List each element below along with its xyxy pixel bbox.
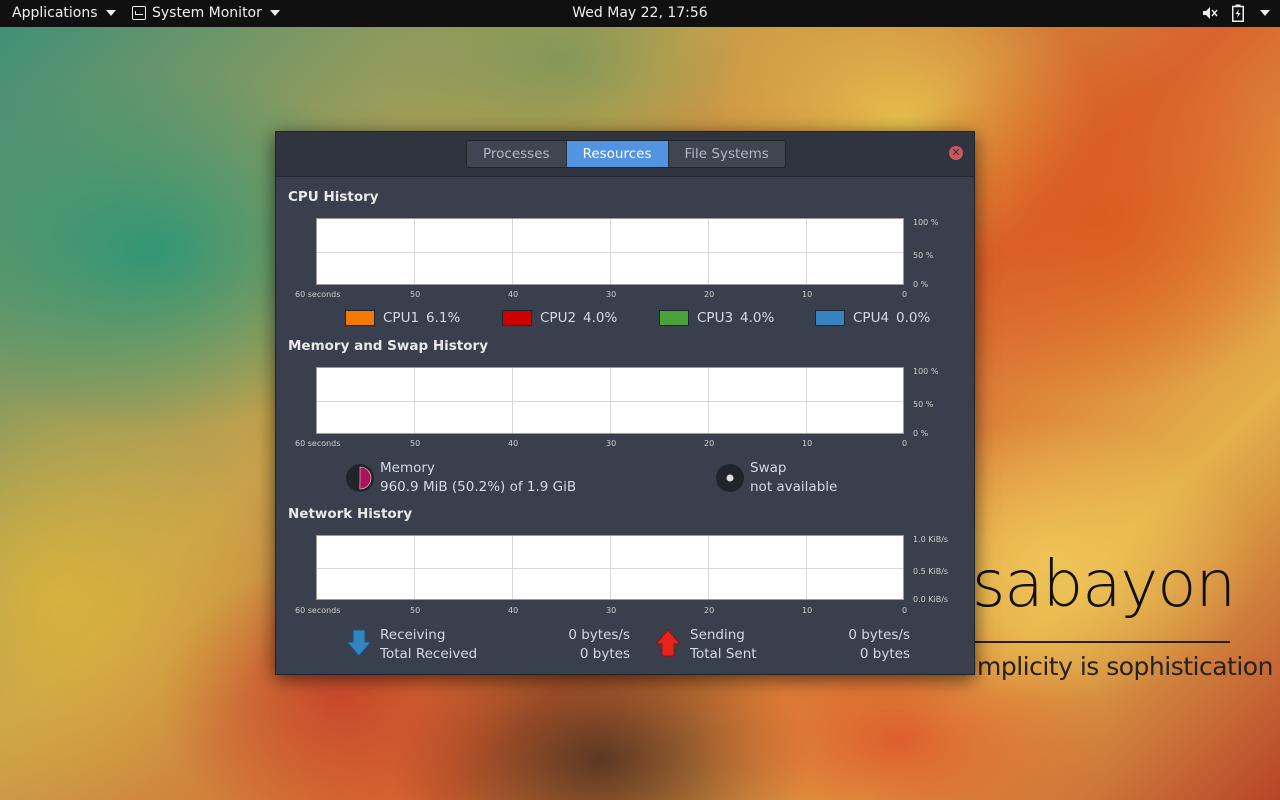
sending-label: Sending (690, 627, 745, 643)
cpu3-value: 4.0% (740, 310, 775, 326)
sending-rate: 0 bytes/s (848, 627, 910, 643)
network-xtick: 20 (704, 606, 715, 615)
sending-arrow-icon[interactable] (655, 629, 681, 657)
receiving-info: Receiving Total Received (380, 626, 477, 664)
cpu-xtick: 20 (704, 290, 715, 299)
memory-xtick: 20 (704, 439, 715, 448)
clock-label[interactable]: Wed May 22, 17:56 (572, 5, 707, 21)
memory-history-title: Memory and Swap History (288, 338, 488, 354)
cpu3-legend[interactable]: CPU3 4.0% (659, 310, 774, 326)
memory-xtick: 50 (410, 439, 421, 448)
receiving-rate: 0 bytes/s (568, 627, 630, 643)
memory-xtick: 60 seconds (295, 439, 341, 448)
close-button[interactable]: ✕ (949, 146, 963, 160)
sending-values: 0 bytes/s 0 bytes (810, 626, 910, 664)
memory-xtick: 10 (802, 439, 813, 448)
receiving-values: 0 bytes/s 0 bytes (530, 626, 630, 664)
receiving-label: Receiving (380, 627, 446, 643)
cpu-history-graph (316, 218, 904, 285)
wallpaper-tagline: simplicity is sophistication (958, 652, 1273, 681)
network-ytick: 0.0 KiB/s (913, 595, 949, 604)
memory-ytick: 100 % (913, 367, 939, 376)
total-received-label: Total Received (380, 646, 478, 662)
network-ytick: 0.5 KiB/s (913, 567, 949, 576)
sending-info: Sending Total Sent (690, 626, 757, 664)
network-history-graph (316, 535, 904, 600)
memory-history-graph (316, 367, 904, 434)
cpu1-color-swatch[interactable] (345, 310, 375, 326)
network-xtick: 60 seconds (295, 606, 341, 615)
network-xtick: 50 (410, 606, 421, 615)
tab-processes[interactable]: Processes (467, 141, 567, 167)
clock: Wed May 22, 17:56 (0, 5, 1280, 21)
receiving-arrow-icon[interactable] (346, 629, 372, 657)
wallpaper-divider (975, 641, 1230, 643)
network-xtick: 30 (606, 606, 617, 615)
network-xtick: 10 (802, 606, 813, 615)
cpu4-value: 0.0% (896, 310, 931, 326)
total-received-value: 0 bytes (579, 646, 630, 662)
memory-info: Memory 960.9 MiB (50.2%) of 1.9 GiB (380, 459, 576, 497)
swap-label: Swap (750, 460, 787, 476)
header-bar: Processes Resources File Systems ✕ (276, 132, 974, 177)
cpu-ytick: 50 % (913, 251, 934, 260)
cpu-history-title: CPU History (288, 189, 379, 205)
memory-usage-pie[interactable] (346, 464, 374, 492)
cpu-xtick: 0 (902, 290, 908, 299)
cpu-xtick: 50 (410, 290, 421, 299)
memory-ytick: 50 % (913, 400, 934, 409)
swap-pie-center (726, 474, 734, 482)
cpu-xtick: 40 (508, 290, 519, 299)
top-bar: Applications System Monitor Wed May 22, … (0, 0, 1280, 27)
battery-icon (1232, 4, 1244, 22)
cpu2-color-swatch[interactable] (502, 310, 532, 326)
speaker-muted-icon (1203, 7, 1218, 19)
cpu3-color-swatch[interactable] (659, 310, 689, 326)
system-tray[interactable] (1202, 4, 1270, 22)
cpu4-legend[interactable]: CPU4 0.0% (815, 310, 930, 326)
cpu-ytick: 0 % (913, 280, 929, 289)
cpu3-label: CPU3 (697, 310, 734, 326)
tab-resources[interactable]: Resources (566, 141, 669, 167)
cpu2-label: CPU2 (540, 310, 577, 326)
wallpaper-brand: sabayon (972, 548, 1236, 622)
network-ytick: 1.0 KiB/s (913, 535, 949, 544)
swap-value: not available (750, 479, 838, 495)
close-icon: ✕ (951, 146, 961, 159)
cpu-xtick: 60 seconds (295, 290, 341, 299)
tab-file-systems[interactable]: File Systems (668, 141, 785, 167)
cpu2-legend[interactable]: CPU2 4.0% (502, 310, 617, 326)
total-sent-label: Total Sent (690, 646, 757, 662)
memory-label: Memory (380, 460, 435, 476)
cpu2-value: 4.0% (583, 310, 618, 326)
memory-xtick: 30 (606, 439, 617, 448)
cpu1-legend[interactable]: CPU1 6.1% (345, 310, 460, 326)
cpu4-label: CPU4 (853, 310, 890, 326)
memory-xtick: 40 (508, 439, 519, 448)
network-history-title: Network History (288, 506, 413, 522)
swap-info: Swap not available (750, 459, 837, 497)
cpu-ytick: 100 % (913, 218, 939, 227)
view-switcher: Processes Resources File Systems (466, 140, 786, 168)
cpu4-color-swatch[interactable] (815, 310, 845, 326)
cpu1-label: CPU1 (383, 310, 420, 326)
memory-value: 960.9 MiB (50.2%) of 1.9 GiB (380, 479, 577, 495)
memory-ytick: 0 % (913, 429, 929, 438)
total-sent-value: 0 bytes (859, 646, 910, 662)
swap-usage-pie[interactable] (716, 464, 744, 492)
system-monitor-window: Processes Resources File Systems ✕ CPU H… (275, 131, 975, 675)
system-menu-caret-icon (1260, 10, 1270, 16)
cpu1-value: 6.1% (426, 310, 461, 326)
network-xtick: 40 (508, 606, 519, 615)
memory-xtick: 0 (902, 439, 908, 448)
cpu-xtick: 10 (802, 290, 813, 299)
cpu-xtick: 30 (606, 290, 617, 299)
network-xtick: 0 (902, 606, 908, 615)
